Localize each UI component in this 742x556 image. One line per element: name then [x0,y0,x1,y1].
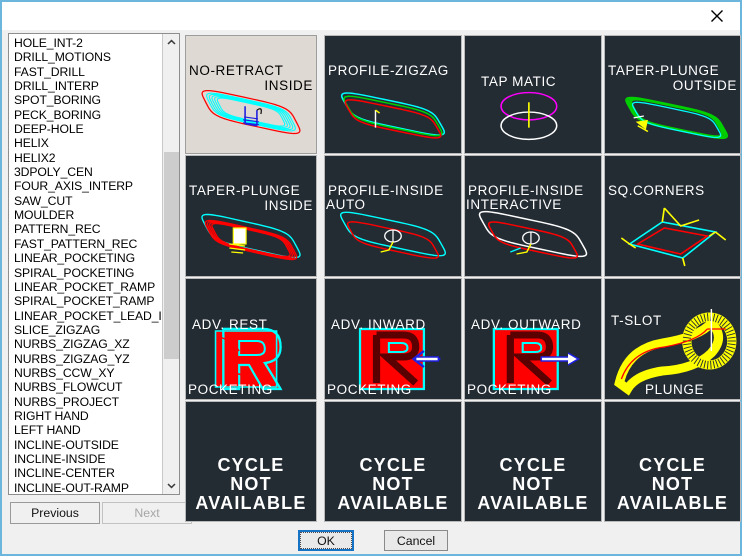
tile-cycle-not-available-2[interactable]: CYCLE NOT AVAILABLE [324,401,462,522]
tile-adv-outward-pocketing[interactable]: ADV. OUTWARD POCKETING [464,278,602,400]
list-item[interactable]: RIGHT HAND [9,409,161,423]
tile-artwork [358,327,441,391]
list-item[interactable]: INCLINE-OUTSIDE [9,438,161,452]
list-item[interactable]: NURBS_ZIGZAG_XZ [9,337,161,351]
close-icon[interactable] [694,2,740,29]
list-item[interactable]: PECK_BORING [9,108,161,122]
tile-profile-inside-interactive[interactable]: PROFILE-INSIDE INTERACTIVE [464,155,602,277]
list-item[interactable]: DRILL_MOTIONS [9,50,161,64]
list-item[interactable]: 3DPOLY_CEN [9,165,161,179]
list-scrollbar-thumb[interactable] [164,152,179,359]
previous-button[interactable]: Previous [10,502,100,524]
tile-taper-plunge-outside[interactable]: TAPER-PLUNGE OUTSIDE [604,35,741,154]
tile-sq-corners[interactable]: SQ.CORNERS [604,155,741,277]
list-item[interactable]: NURBS_PROJECT [9,395,161,409]
list-item[interactable]: FAST_PATTERN_REC [9,237,161,251]
next-button[interactable]: Next [102,502,192,524]
list-item[interactable]: PATTERN_REC [9,222,161,236]
list-item[interactable]: SLICE_ZIGZAG [9,323,161,337]
list-item[interactable]: INCLINE-OUT-RAMP [9,481,161,494]
cancel-button[interactable]: Cancel [384,530,448,551]
tile-tap-matic[interactable]: TAP MATIC [464,35,602,154]
tile-label: CYCLE NOT AVAILABLE [616,455,729,513]
tile-artwork [492,327,580,391]
cycle-list-items: HOLE_INT-2 DRILL_MOTIONS FAST_DRILL DRILL_I… [9,36,161,494]
chevron-down-icon[interactable] [163,477,179,494]
list-item[interactable]: LINEAR_POCKET_RAMP [9,280,161,294]
chevron-up-icon[interactable] [163,34,179,51]
list-item[interactable]: HELIX2 [9,151,161,165]
tile-adv-rest-pocketing[interactable]: ADV. REST POCKETING [185,278,317,400]
tile-label: CYCLE NOT AVAILABLE [195,455,307,513]
list-scrollbar[interactable] [162,34,179,494]
list-item[interactable]: FAST_DRILL [9,65,161,79]
list-item[interactable]: NURBS_FLOWCUT [9,380,161,394]
list-item[interactable]: SAW_CUT [9,194,161,208]
tile-cycle-not-available-3[interactable]: CYCLE NOT AVAILABLE [464,401,602,522]
list-item[interactable]: NURBS_CCW_XY [9,366,161,380]
tile-profile-inside-auto[interactable]: PROFILE-INSIDE AUTO [324,155,462,277]
list-item[interactable]: LEFT HAND [9,423,161,437]
tile-artwork [500,91,558,141]
cycle-list[interactable]: HOLE_INT-2 DRILL_MOTIONS FAST_DRILL DRILL_I… [8,33,180,495]
tile-artwork [201,213,301,261]
list-item[interactable]: MOULDER [9,208,161,222]
tile-artwork [625,96,729,140]
list-item[interactable]: DEEP-HOLE [9,122,161,136]
list-item[interactable]: HELIX [9,136,161,150]
tile-profile-zigzag[interactable]: PROFILE-ZIGZAG [324,35,462,154]
cycle-selection-dialog: HOLE_INT-2 DRILL_MOTIONS FAST_DRILL DRILL_I… [0,0,742,556]
title-bar [2,2,740,30]
tile-t-slot-plunge[interactable]: T-SLOT PLUNGE [604,278,741,400]
tile-cycle-not-available-1[interactable]: CYCLE NOT AVAILABLE [185,401,317,522]
tile-artwork [339,211,447,259]
tile-artwork [620,207,727,267]
tile-artwork [340,92,446,139]
list-item[interactable]: LINEAR_POCKET_LEAD_IN [9,309,161,323]
list-item[interactable]: HOLE_INT-2 [9,36,161,50]
list-item[interactable]: DRILL_INTERP [9,79,161,93]
tile-label: CYCLE NOT AVAILABLE [477,455,589,513]
ok-button-label: OK [300,532,352,549]
tile-artwork [478,210,588,259]
list-item[interactable]: INCLINE-INSIDE [9,452,161,466]
tile-artwork [214,327,283,391]
tile-adv-inward-pocketing[interactable]: ADV. INWARD POCKETING [324,278,462,400]
ok-button[interactable]: OK [298,530,354,551]
cycle-thumbnail-grid: NO-RETRACT INSIDE PROFILE-ZIGZAG TAP MATIC T… [184,33,741,523]
tile-label: CYCLE NOT AVAILABLE [337,455,449,513]
tile-taper-plunge-inside[interactable]: TAPER-PLUNGE INSIDE [185,155,317,277]
tile-cycle-not-available-4[interactable]: CYCLE NOT AVAILABLE [604,401,741,522]
list-item[interactable]: FOUR_AXIS_INTERP [9,179,161,193]
list-item[interactable]: SPOT_BORING [9,93,161,107]
tile-no-retract-inside[interactable]: NO-RETRACT INSIDE [185,35,317,154]
tile-artwork [614,309,737,396]
list-item[interactable]: INCLINE-CENTER [9,466,161,480]
list-item[interactable]: NURBS_ZIGZAG_YZ [9,352,161,366]
list-item[interactable]: SPIRAL_POCKETING [9,266,161,280]
list-item[interactable]: LINEAR_POCKETING [9,251,161,265]
list-item[interactable]: SPIRAL_POCKET_RAMP [9,294,161,308]
tile-artwork [201,89,301,135]
